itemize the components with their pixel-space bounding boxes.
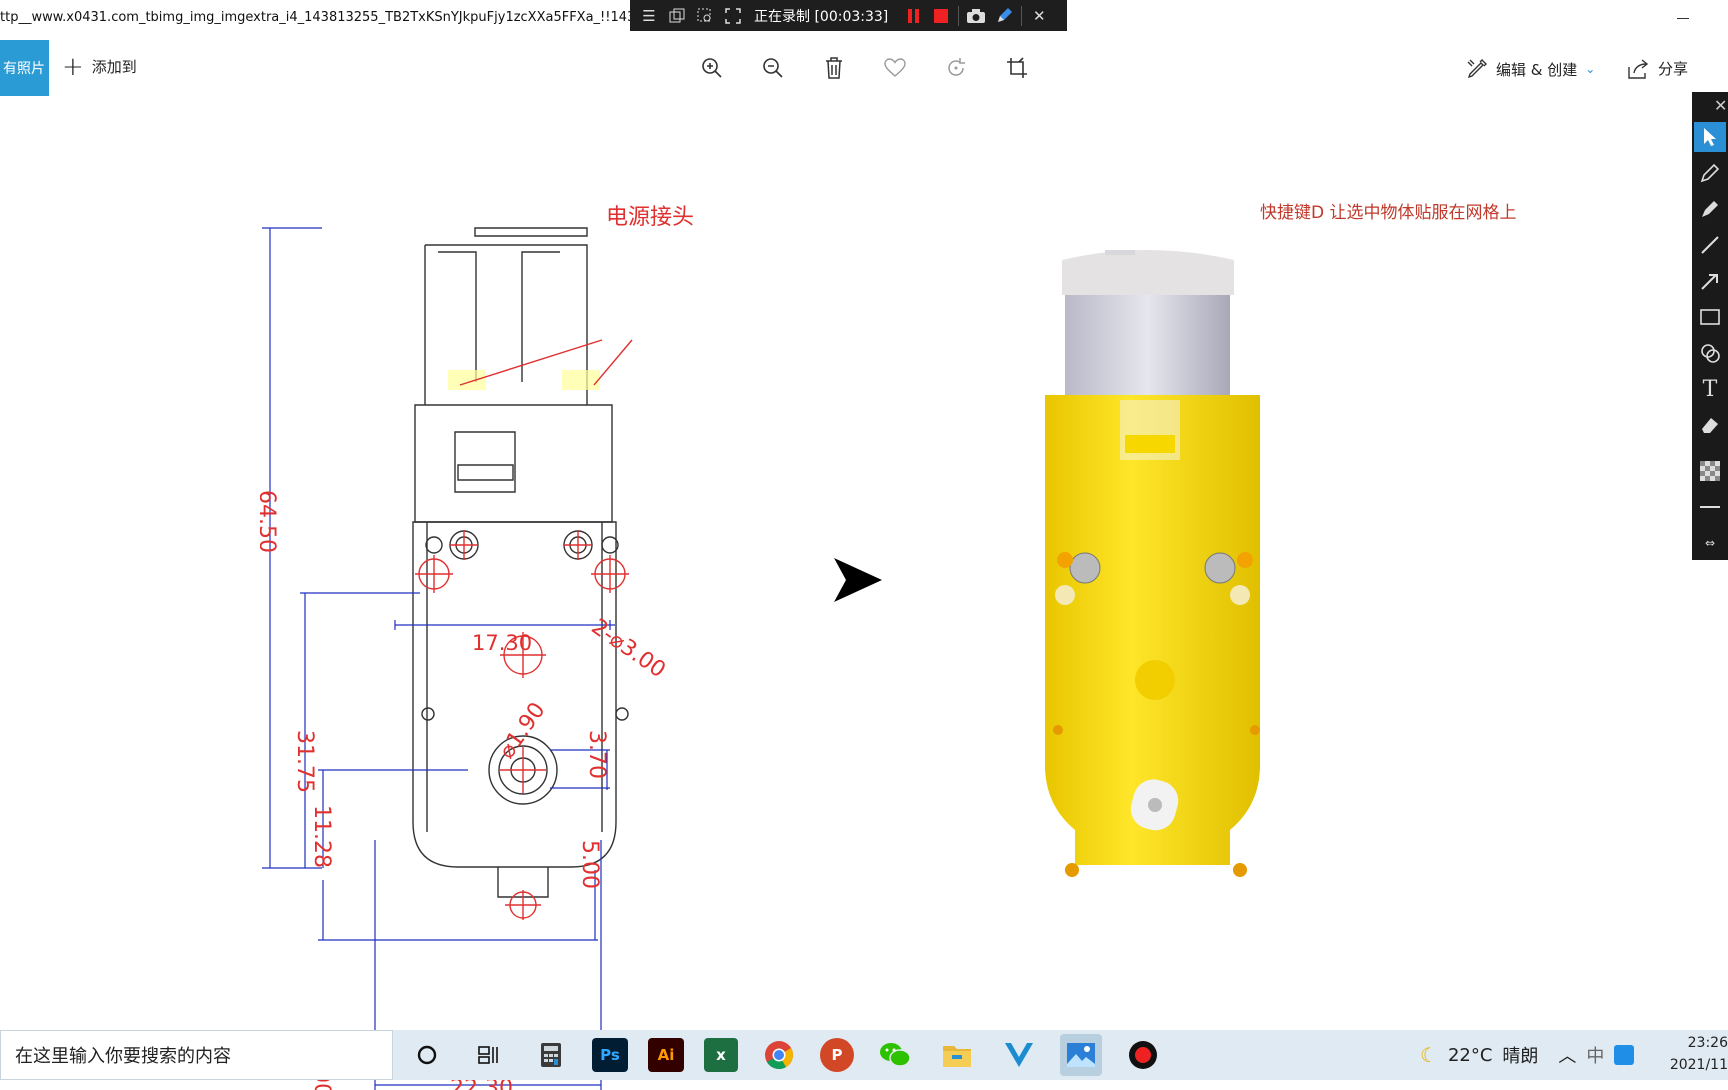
close-icon[interactable]: ✕	[1026, 3, 1052, 29]
dim-label-31-75: 31.75	[292, 730, 317, 793]
zoom-out-icon[interactable]	[755, 50, 791, 86]
clock[interactable]: 23:26 2021/11	[1660, 1032, 1728, 1076]
number-icon[interactable]	[1694, 338, 1726, 368]
edit-icon	[1467, 59, 1487, 79]
all-photos-button[interactable]: 有照片	[0, 40, 49, 96]
text-icon[interactable]: T	[1694, 374, 1726, 404]
add-to-label: 添加到	[91, 58, 137, 76]
recording-status: 正在录制 [00:03:33]	[754, 8, 889, 25]
illustrator-icon[interactable]: Ai	[648, 1038, 684, 1072]
dim-label-2-d3-00: 2-⌀3.00	[587, 614, 670, 683]
cursor-icon[interactable]	[1694, 122, 1726, 152]
plus-icon: +	[62, 51, 84, 82]
system-tray: ☾ 22°C 晴朗 ︿ 中	[1420, 1030, 1635, 1080]
fullscreen-icon[interactable]	[720, 3, 746, 29]
excel-icon[interactable]: x	[704, 1038, 738, 1072]
image-tools	[694, 50, 1035, 86]
pen-icon[interactable]	[991, 3, 1017, 29]
favorite-icon[interactable]	[877, 50, 913, 86]
line-icon[interactable]	[1694, 230, 1726, 260]
taskbar-search-input[interactable]: 在这里输入你要搜索的内容	[0, 1030, 393, 1080]
line-width-icon[interactable]	[1694, 492, 1726, 522]
share-button[interactable]: 分享	[1628, 58, 1688, 79]
chrome-icon[interactable]	[758, 1034, 800, 1076]
window-icon[interactable]	[664, 3, 690, 29]
recorder-icon[interactable]	[1122, 1034, 1164, 1076]
zoom-in-icon[interactable]	[694, 50, 730, 86]
edit-create-label: 编辑 & 创建	[1496, 60, 1578, 79]
crop-icon[interactable]	[999, 50, 1035, 86]
stop-icon[interactable]	[928, 3, 954, 29]
vscode-icon[interactable]	[998, 1034, 1040, 1076]
qq-icon[interactable]	[1614, 1045, 1635, 1065]
calculator-icon[interactable]	[530, 1034, 572, 1076]
marker-icon[interactable]	[1694, 194, 1726, 224]
edit-create-button[interactable]: 编辑 & 创建 ⌄	[1466, 58, 1595, 80]
ime-indicator[interactable]: 中	[1586, 1042, 1604, 1068]
window-title: ttp__www.x0431.com_tbimg_img_imgextra_i4…	[0, 10, 636, 25]
photoshop-icon[interactable]: Ps	[592, 1038, 628, 1072]
delete-icon[interactable]	[816, 50, 852, 86]
file-explorer-icon[interactable]	[936, 1034, 978, 1076]
taskbar-apps: Ps Ai x P	[406, 1030, 1164, 1080]
task-view-icon[interactable]	[468, 1034, 510, 1076]
recorder-divider-2	[1021, 5, 1023, 26]
image-viewer[interactable]: 快捷键D 让选中物体贴服在网格上 电源接头 17.30 2-⌀3.00 ⌀1.9…	[0, 100, 1690, 1090]
arrow-icon[interactable]	[1694, 266, 1726, 296]
yellow-gear-motor-photo	[1045, 250, 1260, 924]
recording-toolbar: ☰ 正在录制 [00:03:33] ✕	[630, 0, 1067, 31]
taskbar: 在这里输入你要搜索的内容 Ps Ai x P ☾ 22°C 晴朗 ︿ 中 23:…	[0, 1030, 1728, 1080]
arrow-right-icon	[834, 558, 882, 602]
dim-label-17-30: 17.30	[472, 631, 532, 655]
dim-label-11-28: 11.28	[309, 805, 334, 868]
dim-label-64-50: 64.50	[260, 490, 279, 553]
region-icon[interactable]	[692, 3, 718, 29]
eraser-icon[interactable]	[1694, 410, 1726, 440]
powerpoint-icon[interactable]: P	[820, 1038, 854, 1072]
photos-icon[interactable]	[1060, 1034, 1102, 1076]
photos-toolbar: 有照片 + 添加到 编辑 & 创建 ⌄ 分享	[0, 36, 1728, 100]
minimize-button[interactable]	[1672, 8, 1694, 28]
mosaic-icon[interactable]	[1694, 456, 1726, 486]
rectangle-icon[interactable]	[1694, 302, 1726, 332]
rotate-icon[interactable]	[938, 50, 974, 86]
clock-date: 2021/11	[1669, 1057, 1728, 1073]
clock-time: 23:26	[1687, 1035, 1728, 1051]
dim-label-5-00-right: 5.00	[577, 840, 602, 889]
motor-technical-drawing: 电源接头 17.30 2-⌀3.00 ⌀1.90 ⌀2.80 22.30 64.…	[260, 205, 702, 1090]
share-icon	[1628, 58, 1649, 79]
menu-icon[interactable]: ☰	[636, 3, 662, 29]
weather-text[interactable]: 晴朗	[1502, 1042, 1538, 1068]
dim-label-3-70: 3.70	[584, 730, 609, 779]
moon-icon: ☾	[1420, 1043, 1438, 1067]
pencil-icon[interactable]	[1694, 158, 1726, 188]
cortana-icon[interactable]	[406, 1034, 448, 1076]
recorder-divider	[958, 5, 960, 26]
weather-temp[interactable]: 22°C	[1448, 1045, 1492, 1066]
pause-icon[interactable]	[900, 3, 926, 29]
dim-label-power-connector: 电源接头	[606, 205, 694, 230]
share-label: 分享	[1658, 60, 1689, 78]
chevron-up-icon[interactable]: ︿	[1558, 1042, 1576, 1068]
shortcut-hint: 快捷键D 让选中物体贴服在网格上	[1260, 203, 1517, 223]
add-to-button[interactable]: + 添加到	[62, 51, 137, 82]
panel-close-icon[interactable]: ✕	[1714, 96, 1727, 115]
expand-icon[interactable]: ⇔	[1694, 528, 1726, 558]
wechat-icon[interactable]	[874, 1034, 916, 1076]
camera-icon[interactable]	[963, 3, 989, 29]
chevron-down-icon: ⌄	[1585, 62, 1596, 76]
annotation-panel: ✕ T ⇔	[1692, 92, 1728, 560]
